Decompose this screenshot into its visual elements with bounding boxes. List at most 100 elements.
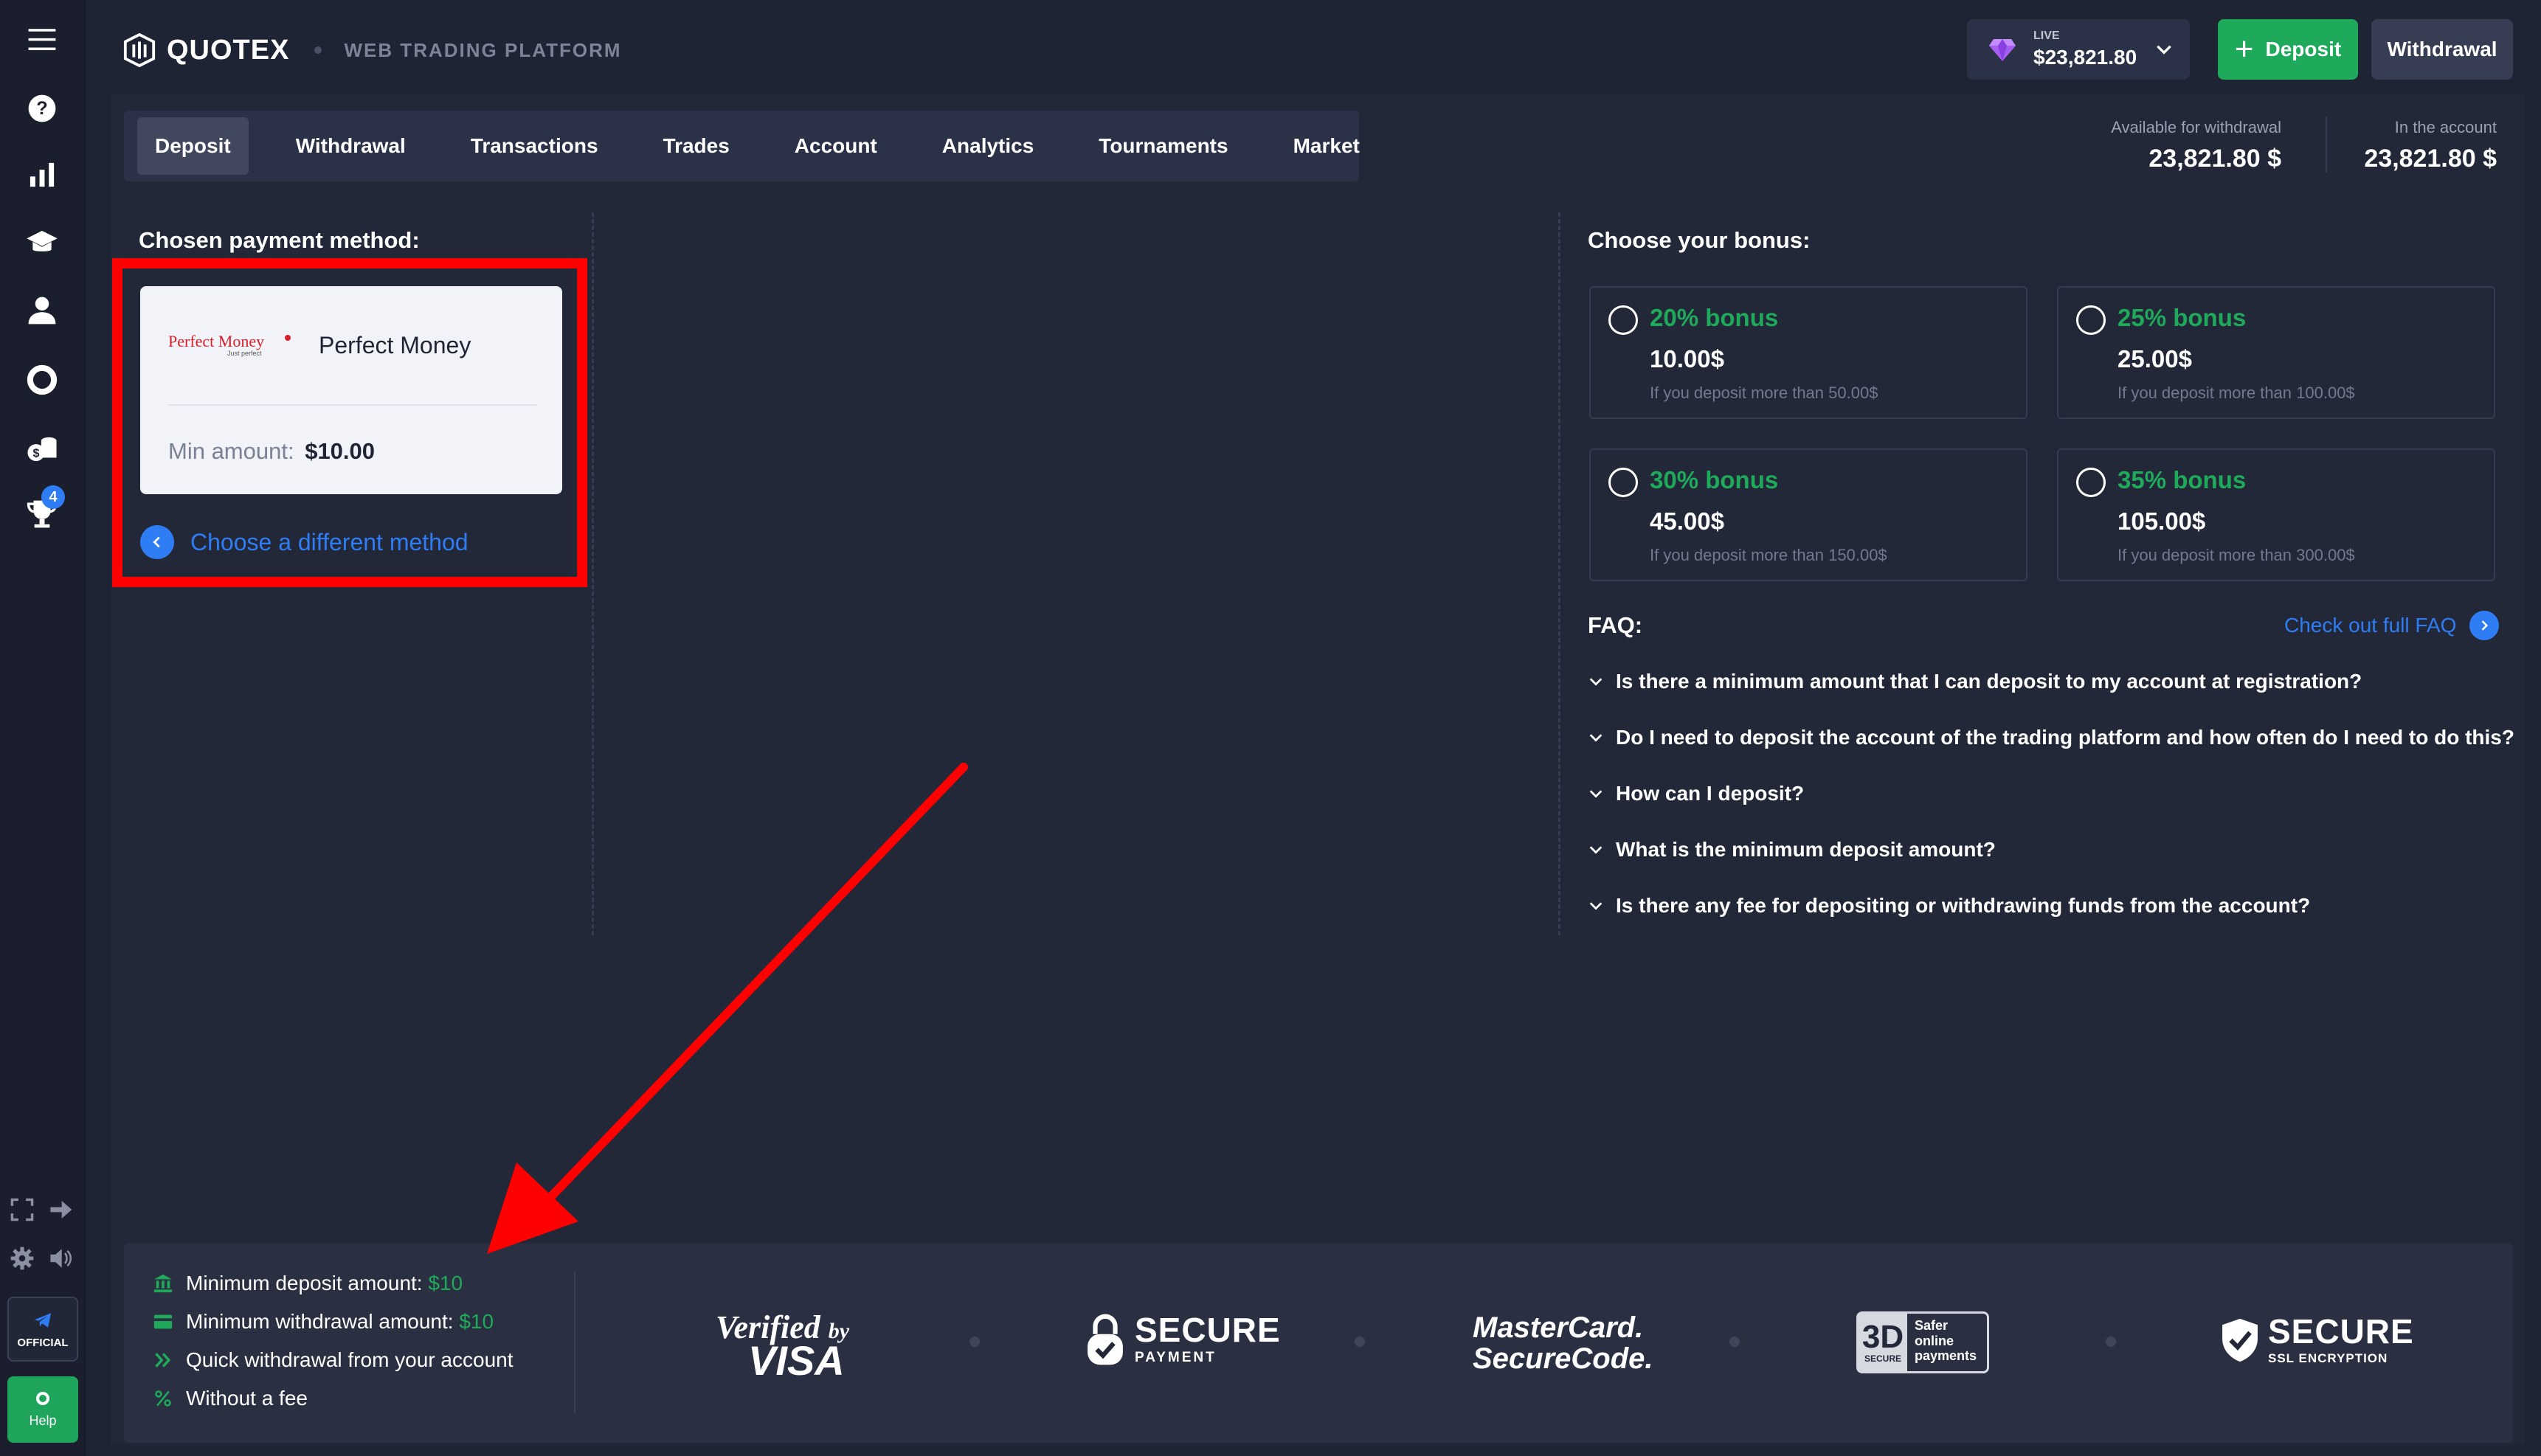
bonus-radio[interactable]	[2076, 468, 2106, 497]
min-deposit-info: Minimum deposit amount: $10	[152, 1272, 463, 1295]
help-button[interactable]: Help	[7, 1376, 78, 1443]
no-fee-text: Without a fee	[186, 1387, 308, 1410]
svg-text:$: $	[32, 446, 39, 460]
min-withdrawal-value: $10	[459, 1310, 494, 1333]
sound-icon[interactable]	[46, 1244, 75, 1273]
separator-dot	[2106, 1337, 2116, 1347]
percent-icon	[152, 1389, 174, 1408]
deposit-button-label: Deposit	[2265, 38, 2342, 60]
bonus-option[interactable]: 30% bonus 45.00$ If you deposit more tha…	[1589, 448, 2027, 581]
fullscreen-icon[interactable]	[7, 1195, 37, 1224]
faq-item[interactable]: Do I need to deposit the account of the …	[1588, 726, 2514, 749]
faq-item[interactable]: Is there a minimum amount that I can dep…	[1588, 670, 2362, 693]
tab-tournaments[interactable]: Tournaments	[1081, 117, 1245, 175]
chevron-down-icon	[1589, 902, 1603, 910]
settings-gear-icon[interactable]	[7, 1244, 37, 1273]
bonus-amount: 105.00$	[2118, 507, 2206, 535]
plus-icon: +	[2234, 31, 2254, 67]
online-status-icon	[36, 1391, 49, 1405]
bonus-condition: If you deposit more than 100.00$	[2118, 384, 2355, 402]
separator-dot	[314, 46, 322, 54]
available-balance: Available for withdrawal 23,821.80 $	[2111, 118, 2281, 173]
three-d-line2: online	[1915, 1333, 1954, 1348]
bonus-title: Choose your bonus:	[1588, 227, 1811, 253]
logout-arrow-icon[interactable]	[46, 1195, 75, 1224]
user-icon[interactable]	[21, 289, 63, 332]
in-account-value: 23,821.80 $	[2364, 145, 2497, 173]
info-divider	[574, 1272, 575, 1413]
tab-analytics[interactable]: Analytics	[924, 117, 1052, 175]
bonus-condition: If you deposit more than 300.00$	[2118, 546, 2355, 564]
secure-payment-logo: SECURE PAYMENT	[1086, 1311, 1281, 1367]
bonus-condition: If you deposit more than 150.00$	[1650, 546, 1887, 564]
bonus-option[interactable]: 25% bonus 25.00$ If you deposit more tha…	[2057, 286, 2495, 419]
verified-by-visa-logo: Verified by VISA	[716, 1308, 849, 1382]
bonus-radio[interactable]	[1608, 305, 1638, 335]
tab-trades[interactable]: Trades	[646, 117, 747, 175]
faq-question: Is there any fee for depositing or withd…	[1616, 894, 2311, 917]
deposit-button[interactable]: + Deposit	[2218, 19, 2358, 80]
tab-deposit[interactable]: Deposit	[137, 117, 249, 175]
faq-item[interactable]: What is the minimum deposit amount?	[1588, 838, 1996, 862]
faq-question: Do I need to deposit the account of the …	[1616, 726, 2514, 749]
help-question-icon[interactable]: ?	[21, 87, 63, 130]
tab-account[interactable]: Account	[777, 117, 895, 175]
highlight-box	[112, 258, 587, 587]
bonus-option[interactable]: 35% bonus 105.00$ If you deposit more th…	[2057, 448, 2495, 581]
padlock-check-icon	[1088, 1314, 1123, 1365]
full-faq-link[interactable]: Check out full FAQ	[2284, 611, 2500, 640]
in-account-label: In the account	[2394, 118, 2497, 136]
withdrawal-button[interactable]: Withdrawal	[2371, 19, 2513, 80]
support-ring-icon[interactable]	[21, 358, 63, 401]
min-withdrawal-info: Minimum withdrawal amount: $10	[152, 1310, 494, 1334]
3d-secure-logo: 3D SECURE Safer online payments	[1856, 1311, 1989, 1373]
secure-payment-small: PAYMENT	[1135, 1350, 1217, 1365]
three-d-line3: payments	[1915, 1348, 1977, 1364]
tab-transactions[interactable]: Transactions	[453, 117, 616, 175]
bonus-amount: 10.00$	[1650, 345, 1724, 372]
column-divider	[592, 212, 594, 935]
official-telegram-button[interactable]: OFFICIAL	[7, 1297, 78, 1362]
quotex-logo-icon	[123, 33, 156, 67]
min-deposit-label: Minimum deposit amount:	[186, 1272, 423, 1294]
bonus-percent: 20% bonus	[1650, 304, 1779, 331]
no-fee-info: Without a fee	[152, 1387, 308, 1410]
secure-ssl-logo: SECURE SSL ENCRYPTION	[2221, 1314, 2414, 1366]
tab-market[interactable]: Market	[1276, 117, 1377, 175]
faq-item[interactable]: How can I deposit?	[1588, 782, 1804, 805]
shield-check-icon	[2222, 1318, 2258, 1362]
account-balance: $23,821.80	[2033, 46, 2137, 69]
platform-subtitle: WEB TRADING PLATFORM	[344, 38, 622, 61]
bonus-percent: 35% bonus	[2118, 466, 2247, 493]
faq-question: Is there a minimum amount that I can dep…	[1616, 670, 2362, 693]
svg-text:?: ?	[36, 98, 47, 119]
faq-question: What is the minimum deposit amount?	[1616, 838, 1996, 861]
balance-divider	[2326, 117, 2327, 173]
tab-bar: Deposit Withdrawal Transactions Trades A…	[124, 111, 1360, 181]
menu-icon[interactable]	[21, 18, 63, 60]
chevron-right-icon	[2469, 611, 2500, 640]
telegram-icon	[34, 1312, 52, 1328]
notification-badge: 4	[41, 485, 65, 509]
three-d-secure-text: SECURE	[1864, 1353, 1901, 1364]
min-withdrawal-label: Minimum withdrawal amount:	[186, 1310, 454, 1333]
bonus-radio[interactable]	[1608, 468, 1638, 497]
tab-withdrawal[interactable]: Withdrawal	[278, 117, 424, 175]
education-cap-icon[interactable]	[21, 221, 63, 264]
three-d-text: 3D	[1861, 1319, 1904, 1355]
bottom-info-bar	[124, 1244, 2513, 1443]
faq-title: FAQ:	[1588, 612, 1643, 638]
bonus-condition: If you deposit more than 50.00$	[1650, 384, 1878, 402]
quotex-logo[interactable]: QUOTEX WEB TRADING PLATFORM	[122, 32, 622, 68]
account-switcher[interactable]: LIVE $23,821.80	[1967, 19, 2190, 80]
double-chevron-icon	[152, 1351, 174, 1370]
trophy-icon[interactable]: 4	[21, 485, 65, 535]
chart-bars-icon[interactable]	[21, 153, 63, 196]
bonus-option[interactable]: 20% bonus 10.00$ If you deposit more tha…	[1589, 286, 2027, 419]
faq-item[interactable]: Is there any fee for depositing or withd…	[1588, 894, 2310, 918]
bonus-radio[interactable]	[2076, 305, 2106, 335]
coins-icon[interactable]: $	[21, 428, 63, 471]
account-type-label: LIVE	[2033, 30, 2060, 42]
full-faq-label: Check out full FAQ	[2284, 614, 2457, 637]
card-icon	[152, 1311, 174, 1332]
